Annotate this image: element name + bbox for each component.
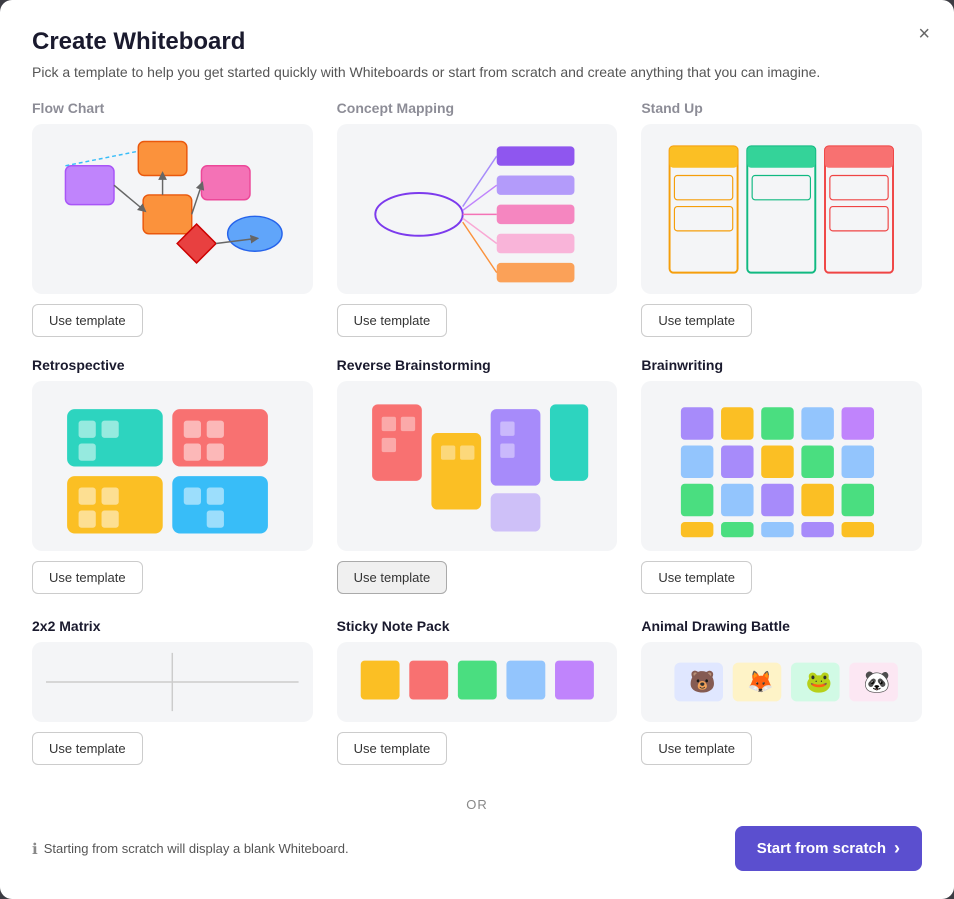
use-template-button-animal-drawing-battle[interactable]: Use template	[641, 732, 752, 765]
template-card-flow-chart	[32, 124, 313, 294]
template-card-stand-up	[641, 124, 922, 294]
template-name-2x2-matrix: 2x2 Matrix	[32, 618, 313, 634]
templates-grid: Retrospective	[32, 357, 922, 765]
template-2x2-matrix: 2x2 Matrix Use template	[32, 618, 313, 765]
use-template-button-flow-chart[interactable]: Use template	[32, 304, 143, 337]
template-brainwriting: Brainwriting	[641, 357, 922, 594]
use-template-button-2x2-matrix[interactable]: Use template	[32, 732, 143, 765]
template-reverse-brainstorming: Reverse Brainstorming	[337, 357, 618, 594]
svg-text:🦊: 🦊	[748, 670, 775, 694]
svg-text:🐸: 🐸	[806, 670, 833, 694]
use-template-button-reverse-brainstorming[interactable]: Use template	[337, 561, 448, 594]
svg-text:🐻: 🐻	[689, 668, 716, 694]
template-card-sticky-note-pack	[337, 642, 618, 722]
chevron-right-icon: ›	[894, 838, 900, 859]
use-template-button-brainwriting[interactable]: Use template	[641, 561, 752, 594]
info-icon: ℹ	[32, 840, 38, 858]
modal-title: Create Whiteboard	[32, 28, 922, 56]
modal-body: Flow Chart	[0, 92, 954, 814]
create-whiteboard-modal: Create Whiteboard Pick a template to hel…	[0, 0, 954, 899]
template-retrospective: Retrospective	[32, 357, 313, 594]
use-template-button-retrospective[interactable]: Use template	[32, 561, 143, 594]
template-animal-drawing-battle: Animal Drawing Battle 🐻 🦊 🐸 🐼	[641, 618, 922, 765]
template-name-animal-drawing-battle: Animal Drawing Battle	[641, 618, 922, 634]
template-flow-chart: Flow Chart	[32, 100, 313, 337]
template-card-animal-drawing-battle: 🐻 🦊 🐸 🐼	[641, 642, 922, 722]
template-card-2x2-matrix	[32, 642, 313, 722]
close-button[interactable]: ×	[914, 20, 934, 48]
template-card-retrospective	[32, 381, 313, 551]
template-name-sticky-note-pack: Sticky Note Pack	[337, 618, 618, 634]
template-name-brainwriting: Brainwriting	[641, 357, 922, 373]
use-template-button-stand-up[interactable]: Use template	[641, 304, 752, 337]
template-sticky-note-pack: Sticky Note Pack Use template	[337, 618, 618, 765]
start-scratch-label: Start from scratch	[757, 840, 886, 857]
template-concept-mapping: Concept Mapping	[337, 100, 618, 337]
modal-subtitle: Pick a template to help you get started …	[32, 64, 922, 80]
svg-text:🐼: 🐼	[864, 669, 891, 694]
use-template-button-concept-mapping[interactable]: Use template	[337, 304, 448, 337]
template-card-brainwriting	[641, 381, 922, 551]
template-stand-up: Stand Up	[641, 100, 922, 337]
footer-info: ℹ Starting from scratch will display a b…	[32, 840, 349, 858]
modal-overlay: Create Whiteboard Pick a template to hel…	[0, 0, 954, 899]
modal-header: Create Whiteboard Pick a template to hel…	[0, 0, 954, 92]
or-divider: OR	[32, 797, 922, 812]
template-card-reverse-brainstorming	[337, 381, 618, 551]
partial-template-name-0: Flow Chart	[32, 100, 313, 116]
partial-template-name-1: Concept Mapping	[337, 100, 618, 116]
template-name-retrospective: Retrospective	[32, 357, 313, 373]
use-template-button-sticky-note-pack[interactable]: Use template	[337, 732, 448, 765]
template-name-reverse-brainstorming: Reverse Brainstorming	[337, 357, 618, 373]
template-card-concept-mapping	[337, 124, 618, 294]
partial-template-name-2: Stand Up	[641, 100, 922, 116]
start-from-scratch-button[interactable]: Start from scratch ›	[735, 826, 922, 871]
modal-footer: ℹ Starting from scratch will display a b…	[0, 814, 954, 899]
footer-info-text: Starting from scratch will display a bla…	[44, 841, 349, 856]
